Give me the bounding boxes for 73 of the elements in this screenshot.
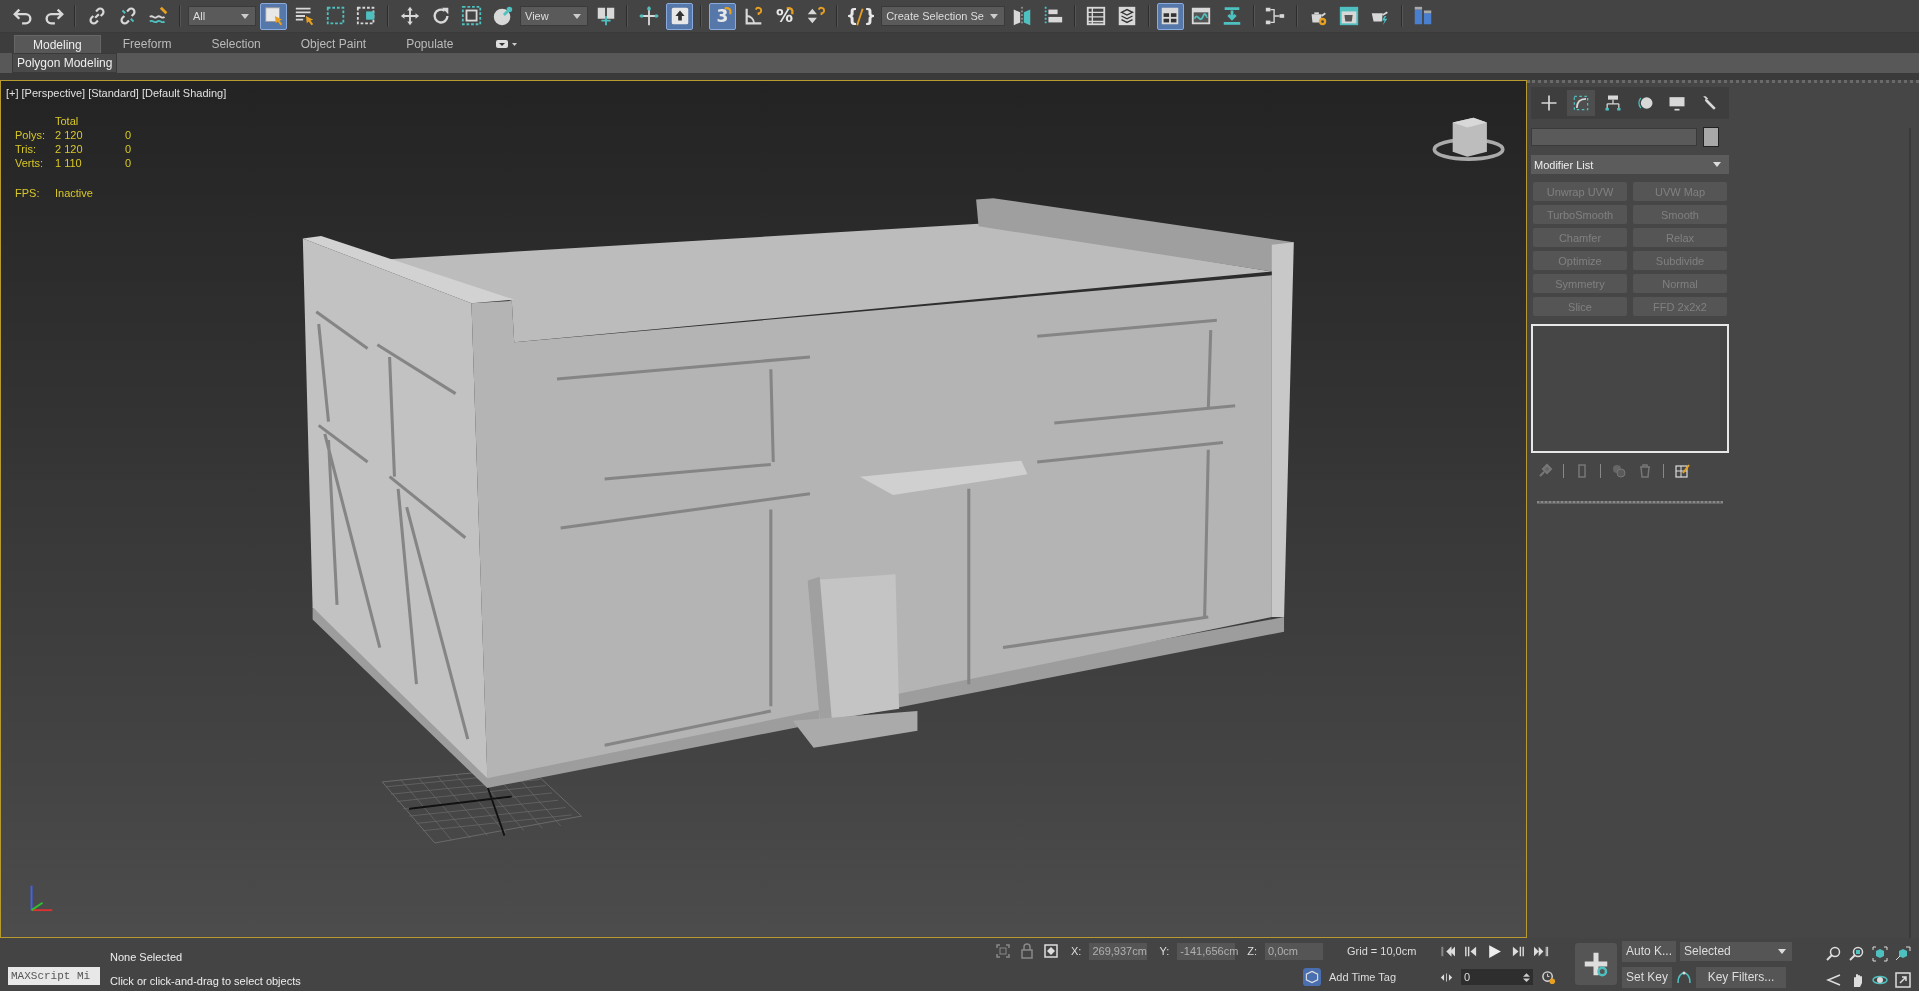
dropdown[interactable]: View: [520, 6, 588, 26]
stats-label: Tris:: [15, 143, 37, 155]
selection-status: None Selected: [110, 951, 184, 963]
viewport-label-menu[interactable]: [Default Shading]: [141, 87, 227, 99]
time-config-icon[interactable]: [1541, 969, 1556, 985]
ribbon-panel-button[interactable]: Polygon Modeling: [12, 53, 118, 73]
viewport-label-menu[interactable]: [Perspective]: [21, 87, 86, 99]
axis-label: Y:: [1159, 945, 1170, 957]
zoom-extents-all-icon[interactable]: [1895, 946, 1911, 962]
view-cube[interactable]: [1432, 117, 1505, 161]
viewport-label-menu[interactable]: [+]: [6, 87, 19, 99]
snap-icon[interactable]: 3: [709, 2, 736, 30]
ribbon-tab[interactable]: Selection: [193, 35, 279, 53]
axis-label: X:: [1071, 945, 1082, 957]
caret-icon: [989, 13, 998, 19]
maxscript-field[interactable]: MAXScript Mi: [8, 967, 100, 985]
stats-value: Inactive: [55, 187, 94, 199]
ribbon-tab[interactable]: Modeling: [14, 35, 101, 53]
modifier-stack[interactable]: [1531, 324, 1729, 453]
caret-icon: [1778, 948, 1787, 954]
key-filters-button[interactable]: Key Filters...: [1696, 966, 1787, 988]
stats-value: 1 110: [55, 157, 83, 169]
field-of-view-icon[interactable]: [1826, 972, 1842, 988]
stats-value: 2 120: [55, 129, 84, 141]
coordinate-field[interactable]: -141,656cm: [1177, 942, 1236, 960]
maximize-icon[interactable]: [1895, 972, 1911, 988]
caret-icon: [1713, 162, 1721, 167]
stats-header: Total: [55, 115, 80, 127]
viewport[interactable]: [+] [Perspective] [Standard] [Default Shading] Total Polys: 2 120 0 Tris: 2 120 0 Verts: 1 110 0 FPS: Inactive: [0, 80, 1527, 938]
set-key-icon[interactable]: [1575, 943, 1617, 985]
cube-icon: [1303, 968, 1321, 986]
coordinate-field[interactable]: 269,937cm: [1089, 942, 1148, 960]
axis-label: Z:: [1247, 945, 1257, 957]
tangent-icon[interactable]: [1676, 969, 1693, 985]
prompt-text: Click or click-and-drag to select objects: [110, 975, 301, 987]
coordinate-field[interactable]: 0,0cm: [1265, 942, 1323, 960]
modifier-list-dropdown[interactable]: Modifier List: [1531, 155, 1729, 174]
stats-label: FPS:: [15, 187, 41, 199]
dropdown[interactable]: All: [188, 6, 256, 26]
stats-value: 2 120: [55, 143, 84, 155]
cursor-icon[interactable]: [260, 2, 287, 30]
stats-label: Verts:: [15, 157, 45, 169]
zoom-extents-icon[interactable]: [1872, 946, 1888, 962]
caret-icon: [241, 13, 249, 19]
dropdown[interactable]: Create Selection Se: [881, 6, 1005, 26]
lock-icon[interactable]: [1019, 943, 1035, 959]
zoom-all-icon[interactable]: [1849, 946, 1865, 962]
key-mode-dropdown[interactable]: Selected: [1680, 941, 1793, 961]
caret-icon: [573, 13, 581, 19]
play-icon[interactable]: [1486, 942, 1503, 960]
object-name-field[interactable]: [1531, 128, 1697, 146]
stats-value: 0: [125, 157, 133, 169]
grid-spacing: Grid = 10,0cm: [1347, 945, 1417, 957]
absolute-mode-icon[interactable]: [1043, 943, 1059, 959]
time-tag-button[interactable]: Add Time Tag: [1303, 968, 1397, 986]
set-key-button[interactable]: Set Key: [1622, 966, 1673, 988]
axis-tripod-icon: [30, 884, 54, 912]
key-step-icon[interactable]: [1440, 970, 1453, 984]
stats-value: 0: [125, 129, 133, 141]
ribbon-tab[interactable]: Object Paint: [282, 35, 385, 53]
zoom-icon[interactable]: [1826, 946, 1842, 962]
viewport-label-menu[interactable]: [Standard]: [88, 87, 139, 99]
stats-label: Polys:: [15, 129, 46, 141]
auto-key-button[interactable]: Auto K...: [1622, 940, 1677, 962]
grid-panel-icon[interactable]: [1156, 2, 1184, 30]
ribbon-tab[interactable]: Populate: [388, 35, 472, 53]
curve-frame-icon[interactable]: [1567, 90, 1595, 116]
configure-icon[interactable]: [1674, 463, 1690, 479]
go-to-start-icon[interactable]: [1440, 943, 1455, 959]
ribbon-tab[interactable]: Freeform: [104, 35, 190, 53]
color-swatch[interactable]: [1703, 127, 1719, 147]
frame-spinner[interactable]: 0: [1461, 969, 1533, 985]
stats-value: 0: [125, 143, 133, 155]
